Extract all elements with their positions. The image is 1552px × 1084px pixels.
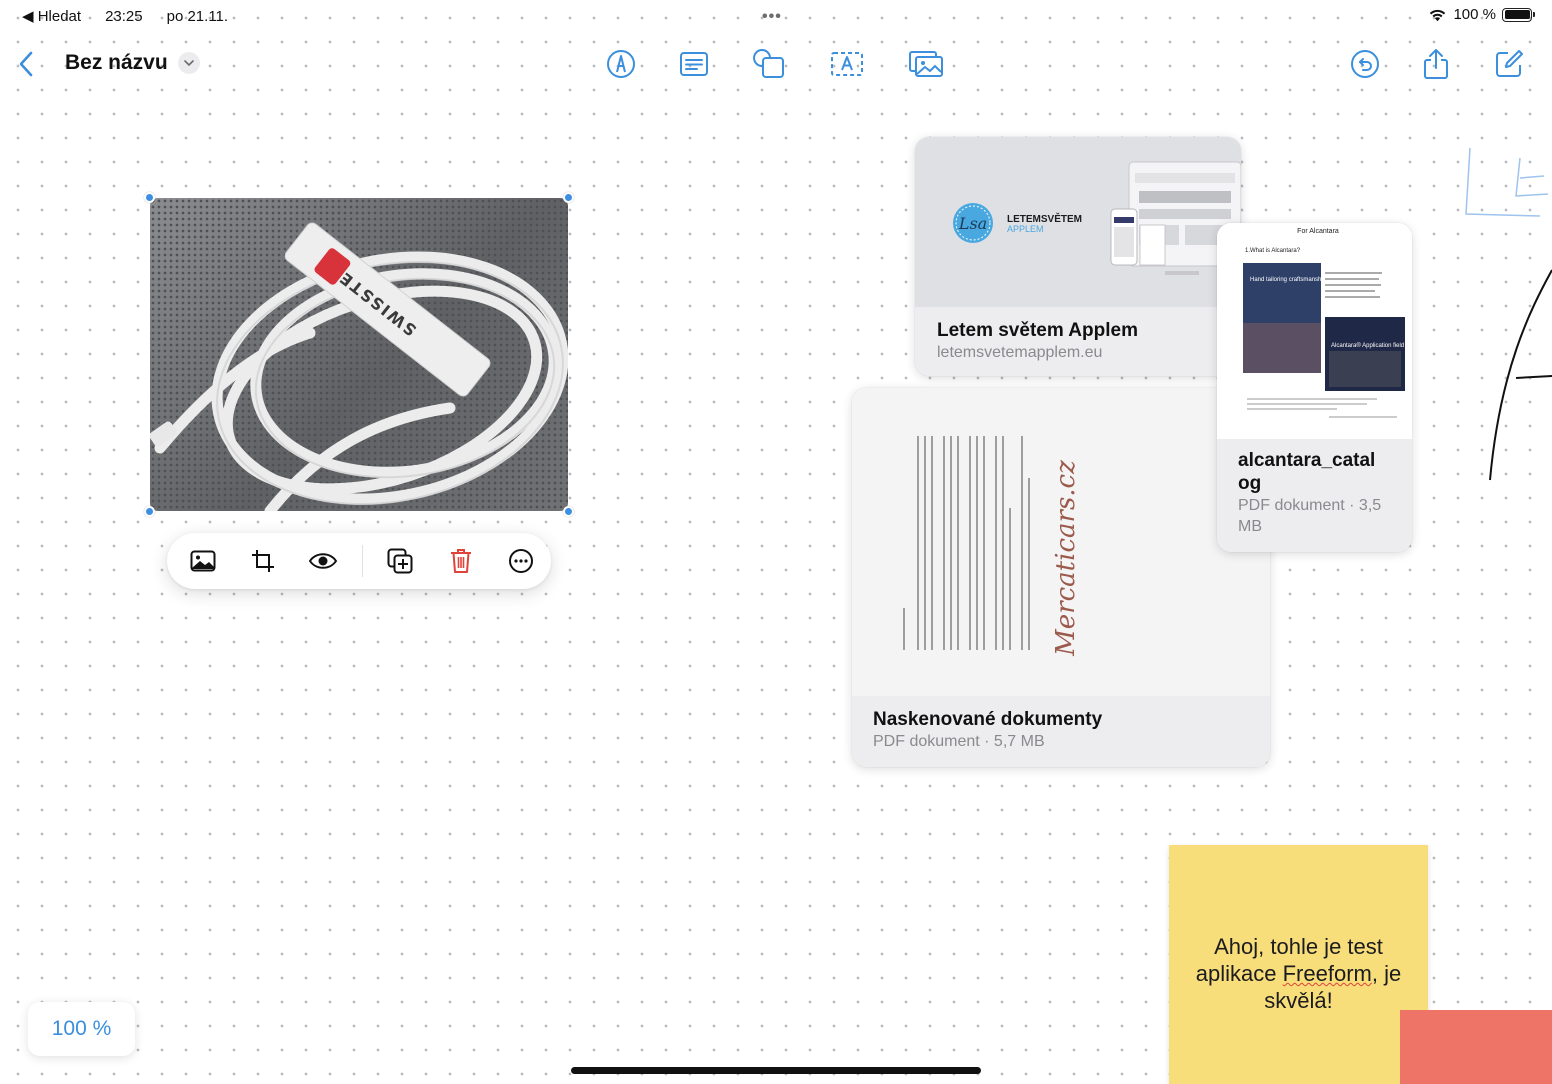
link-card-title: Letem světem Applem <box>937 320 1138 341</box>
text-box-icon <box>680 52 708 76</box>
scan-card-meta: PDF dokument · 5,7 MB <box>873 733 1045 750</box>
pdf-preview-question: 1.What is Alcantara? <box>1245 248 1301 254</box>
delete-button[interactable] <box>445 545 477 577</box>
duplicate-button[interactable] <box>384 545 416 577</box>
text-tool-button[interactable] <box>828 46 866 82</box>
sticky-note-red[interactable] <box>1400 1010 1552 1084</box>
pdf-card[interactable]: For Alcantara 1.What is Alcantara? Hand … <box>1217 223 1412 552</box>
undo-button[interactable] <box>1346 46 1384 82</box>
sticky-note-yellow[interactable]: Ahoj, tohle je test aplikace Freeform, j… <box>1169 845 1428 1084</box>
link-card-footer: Letem světem Applem letemsvetemapplem.eu <box>915 307 1241 376</box>
image-context-toolbar <box>167 533 551 589</box>
multitasking-dots[interactable]: ••• <box>762 8 782 26</box>
scan-page-preview: Mercaticars.cz <box>903 436 1081 657</box>
media-tool-button[interactable] <box>907 46 945 82</box>
eye-icon <box>308 553 338 569</box>
media-icon <box>909 51 943 77</box>
replace-image-button[interactable] <box>187 545 219 577</box>
compose-icon <box>1496 50 1523 77</box>
pdf-card-title: alcantara_catal og <box>1238 450 1376 494</box>
text-box-tool-button[interactable] <box>675 46 713 82</box>
zoom-level-button[interactable]: 100 % <box>28 1002 135 1056</box>
pdf-preview-img1: Hand tailoring craftsmanship <box>1250 277 1327 283</box>
resize-handle-top-left[interactable] <box>144 192 155 203</box>
toolbar-divider <box>362 545 363 577</box>
crop-icon <box>252 550 274 572</box>
pdf-page-preview: For Alcantara 1.What is Alcantara? Hand … <box>1243 228 1405 418</box>
status-right: 100 % <box>1428 6 1535 23</box>
pdf-preview-img2: Alcantara® Application field <box>1331 342 1404 349</box>
drawing-strokes[interactable] <box>1440 130 1552 490</box>
sticky-text-misspelled: Freeform <box>1282 961 1372 986</box>
site-logo-mark: Lsa <box>958 214 987 233</box>
scan-watermark: Mercaticars.cz <box>1051 460 1081 657</box>
wifi-icon <box>1430 9 1446 21</box>
resize-handle-bottom-left[interactable] <box>144 506 155 517</box>
status-time: 23:25 <box>105 7 143 25</box>
cable-photo[interactable]: SWISSTEN <box>150 198 568 511</box>
board-title-menu[interactable]: Bez názvu <box>65 51 200 75</box>
website-preview-image: Lsa LETEMSVĚTEM APPLEM <box>953 161 1241 275</box>
link-card-url: letemsvetemapplem.eu <box>937 344 1103 361</box>
pen-icon <box>607 50 635 78</box>
chevron-left-icon <box>19 51 33 77</box>
pdf-preview: For Alcantara 1.What is Alcantara? Hand … <box>1217 223 1412 439</box>
crop-button[interactable] <box>247 545 279 577</box>
navbar: Bez názvu <box>0 40 1552 90</box>
shapes-icon <box>753 49 784 78</box>
more-button[interactable] <box>505 545 537 577</box>
replace-image-icon <box>190 550 216 572</box>
battery-percent: 100 % <box>1453 6 1496 23</box>
share-button[interactable] <box>1417 46 1455 82</box>
status-bar: ◀ Hledat 23:25 po 21.11. ••• 100 % <box>0 0 1552 32</box>
resize-handle-bottom-right[interactable] <box>563 506 574 517</box>
chevron-down-icon <box>177 52 200 74</box>
board-title: Bez názvu <box>65 51 168 74</box>
new-board-button[interactable] <box>1490 46 1528 82</box>
pdf-preview-header: For Alcantara <box>1297 228 1339 235</box>
back-to-app-link[interactable]: ◀ Hledat <box>22 7 81 25</box>
preview-button[interactable] <box>307 545 339 577</box>
status-left: ◀ Hledat 23:25 po 21.11. <box>22 7 229 26</box>
scan-card-title: Naskenované dokumenty <box>873 709 1103 730</box>
more-icon <box>509 549 533 573</box>
resize-handle-top-right[interactable] <box>563 192 574 203</box>
site-logo-sub: APPLEM <box>1007 224 1044 234</box>
back-button[interactable] <box>12 48 40 80</box>
battery-icon <box>1502 7 1535 22</box>
link-preview: Lsa LETEMSVĚTEM APPLEM <box>915 137 1241 307</box>
pdf-card-footer: alcantara_catal og PDF dokument · 3,5 MB <box>1217 439 1412 552</box>
pdf-card-meta: PDF dokument · 3,5 MB <box>1238 497 1382 535</box>
trash-icon <box>451 549 471 573</box>
cable-illustration: SWISSTEN <box>150 222 568 511</box>
scan-card-footer: Naskenované dokumenty PDF dokument · 5,7… <box>852 696 1270 767</box>
status-date: po 21.11. <box>166 7 229 25</box>
undo-icon <box>1351 50 1379 78</box>
link-card[interactable]: Lsa LETEMSVĚTEM APPLEM Letem světem Appl… <box>915 137 1241 376</box>
pen-tool-button[interactable] <box>602 46 640 82</box>
share-icon <box>1424 49 1448 79</box>
home-indicator[interactable] <box>571 1067 981 1074</box>
shapes-tool-button[interactable] <box>750 46 788 82</box>
scan-preview: Mercaticars.cz <box>852 388 1270 696</box>
duplicate-icon <box>387 548 413 574</box>
scanned-documents-card[interactable]: Mercaticars.cz Naskenované dokumenty PDF… <box>852 388 1270 767</box>
text-icon <box>831 52 863 76</box>
photo-item[interactable]: SWISSTEN <box>144 192 574 517</box>
sticky-note-text: Ahoj, tohle je test aplikace Freeform, j… <box>1169 933 1428 1014</box>
